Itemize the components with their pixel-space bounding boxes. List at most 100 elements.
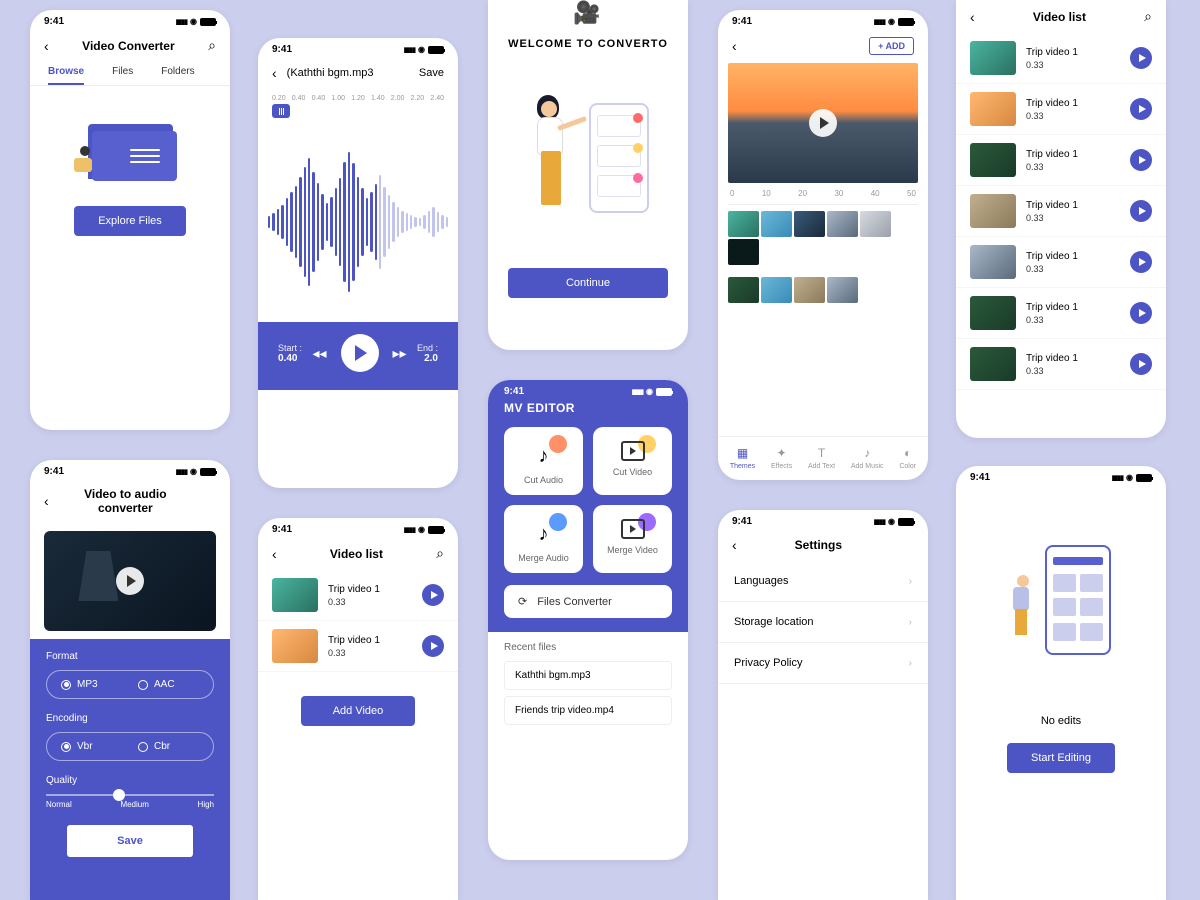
- play-button[interactable]: [1130, 98, 1152, 120]
- back-icon[interactable]: ‹: [44, 493, 49, 509]
- back-icon[interactable]: ‹: [732, 38, 737, 54]
- wifi-icon: [888, 516, 895, 527]
- forward-icon[interactable]: ▸▸: [393, 345, 407, 362]
- clip-thumb[interactable]: [794, 277, 825, 303]
- video-thumbnail: [970, 41, 1016, 75]
- page-title: Video Converter: [59, 39, 198, 53]
- empty-text: No edits: [976, 715, 1146, 727]
- format-options: MP3 AAC: [46, 670, 214, 699]
- wifi-icon: [418, 44, 425, 55]
- nav-add-music[interactable]: ♪Add Music: [851, 445, 884, 470]
- rewind-icon[interactable]: ◂◂: [312, 345, 326, 362]
- list-item[interactable]: Trip video 10.33: [956, 135, 1166, 186]
- recent-files: Recent files Kaththi bgm.mp3 Friends tri…: [488, 632, 688, 741]
- save-button[interactable]: Save: [419, 67, 444, 79]
- list-item[interactable]: Trip video 10.33: [956, 33, 1166, 84]
- list-item[interactable]: Trip video 10.33: [956, 288, 1166, 339]
- play-overlay-icon[interactable]: [116, 567, 144, 595]
- tab-folders[interactable]: Folders: [161, 66, 194, 85]
- tab-browse[interactable]: Browse: [48, 66, 84, 85]
- setting-storage[interactable]: Storage location›: [718, 602, 928, 643]
- clip-thumb[interactable]: [761, 211, 792, 237]
- encoding-cbr[interactable]: Cbr: [130, 739, 207, 754]
- wifi-icon: [1126, 472, 1133, 483]
- files-converter-button[interactable]: ⟳Files Converter: [504, 585, 672, 618]
- start-editing-button[interactable]: Start Editing: [1007, 743, 1115, 773]
- back-icon[interactable]: ‹: [272, 65, 277, 81]
- nav-effects[interactable]: ✦Effects: [771, 445, 792, 470]
- play-button[interactable]: [1130, 200, 1152, 222]
- search-icon[interactable]: ⌕: [208, 37, 216, 54]
- clip-thumb[interactable]: [860, 211, 891, 237]
- format-mp3[interactable]: MP3: [53, 677, 130, 692]
- clip-thumb[interactable]: [794, 211, 825, 237]
- cut-video-card[interactable]: Cut Video: [593, 427, 672, 495]
- play-button[interactable]: [1130, 302, 1152, 324]
- add-video-button[interactable]: Add Video: [301, 696, 416, 726]
- list-item[interactable]: Trip video 10.33: [956, 84, 1166, 135]
- video-size: 0.33: [1026, 213, 1120, 223]
- nav-color[interactable]: ◐Color: [899, 445, 916, 470]
- setting-privacy[interactable]: Privacy Policy›: [718, 643, 928, 684]
- back-icon[interactable]: ‹: [732, 537, 737, 553]
- play-button[interactable]: [1130, 353, 1152, 375]
- trim-handle-start[interactable]: [272, 104, 290, 118]
- back-icon[interactable]: ‹: [44, 38, 49, 54]
- play-button[interactable]: [1130, 251, 1152, 273]
- search-icon[interactable]: ⌕: [436, 545, 444, 562]
- cut-audio-card[interactable]: Cut Audio: [504, 427, 583, 495]
- color-icon: ◐: [900, 445, 916, 461]
- clip-thumb[interactable]: [761, 277, 792, 303]
- save-button[interactable]: Save: [67, 825, 193, 857]
- clip-thumb[interactable]: [827, 277, 858, 303]
- video-size: 0.33: [328, 648, 412, 658]
- waveform[interactable]: [258, 122, 458, 322]
- list-item[interactable]: Trip video 10.33: [258, 570, 458, 621]
- status-icons: [404, 44, 444, 55]
- play-overlay-icon[interactable]: [809, 109, 837, 137]
- back-icon[interactable]: ‹: [970, 9, 975, 25]
- themes-icon: ▦: [735, 445, 751, 461]
- status-bar: 9:41: [718, 510, 928, 529]
- play-button[interactable]: [422, 635, 444, 657]
- tab-files[interactable]: Files: [112, 66, 133, 85]
- recent-file[interactable]: Friends trip video.mp4: [504, 696, 672, 725]
- video-list: Trip video 10.33Trip video 10.33: [258, 570, 458, 672]
- play-button[interactable]: [422, 584, 444, 606]
- refresh-icon: ⟳: [518, 595, 527, 608]
- recent-file[interactable]: Kaththi bgm.mp3: [504, 661, 672, 690]
- continue-button[interactable]: Continue: [508, 268, 668, 298]
- ruler-tick: 20: [798, 189, 807, 198]
- encoding-vbr[interactable]: Vbr: [53, 739, 130, 754]
- play-button[interactable]: [341, 334, 379, 372]
- nav-add-text[interactable]: TAdd Text: [808, 445, 835, 470]
- status-bar: 9:41: [718, 10, 928, 29]
- clip-thumb[interactable]: [827, 211, 858, 237]
- clip-thumb[interactable]: [728, 239, 759, 265]
- play-button[interactable]: [1130, 149, 1152, 171]
- quality-slider[interactable]: [46, 794, 214, 796]
- clip-thumb[interactable]: [728, 277, 759, 303]
- add-button[interactable]: + ADD: [869, 37, 914, 55]
- time: 9:41: [44, 16, 64, 27]
- format-aac[interactable]: AAC: [130, 677, 207, 692]
- list-item[interactable]: Trip video 10.33: [258, 621, 458, 672]
- clip-thumb[interactable]: [728, 211, 759, 237]
- time: 9:41: [272, 44, 292, 55]
- merge-audio-card[interactable]: Merge Audio: [504, 505, 583, 573]
- merge-video-card[interactable]: Merge Video: [593, 505, 672, 573]
- list-item[interactable]: Trip video 10.33: [956, 339, 1166, 390]
- setting-languages[interactable]: Languages›: [718, 561, 928, 602]
- nav-themes[interactable]: ▦Themes: [730, 445, 755, 470]
- explore-files-button[interactable]: Explore Files: [74, 206, 186, 236]
- play-button[interactable]: [1130, 47, 1152, 69]
- list-item[interactable]: Trip video 10.33: [956, 186, 1166, 237]
- video-size: 0.33: [1026, 315, 1120, 325]
- radio-icon: [138, 742, 148, 752]
- back-icon[interactable]: ‹: [272, 546, 277, 562]
- page-title: Video list: [287, 547, 426, 561]
- search-icon[interactable]: ⌕: [1144, 8, 1152, 25]
- video-title: Trip video 1: [1026, 353, 1120, 364]
- header: ‹ Video to audio converter: [30, 479, 230, 523]
- list-item[interactable]: Trip video 10.33: [956, 237, 1166, 288]
